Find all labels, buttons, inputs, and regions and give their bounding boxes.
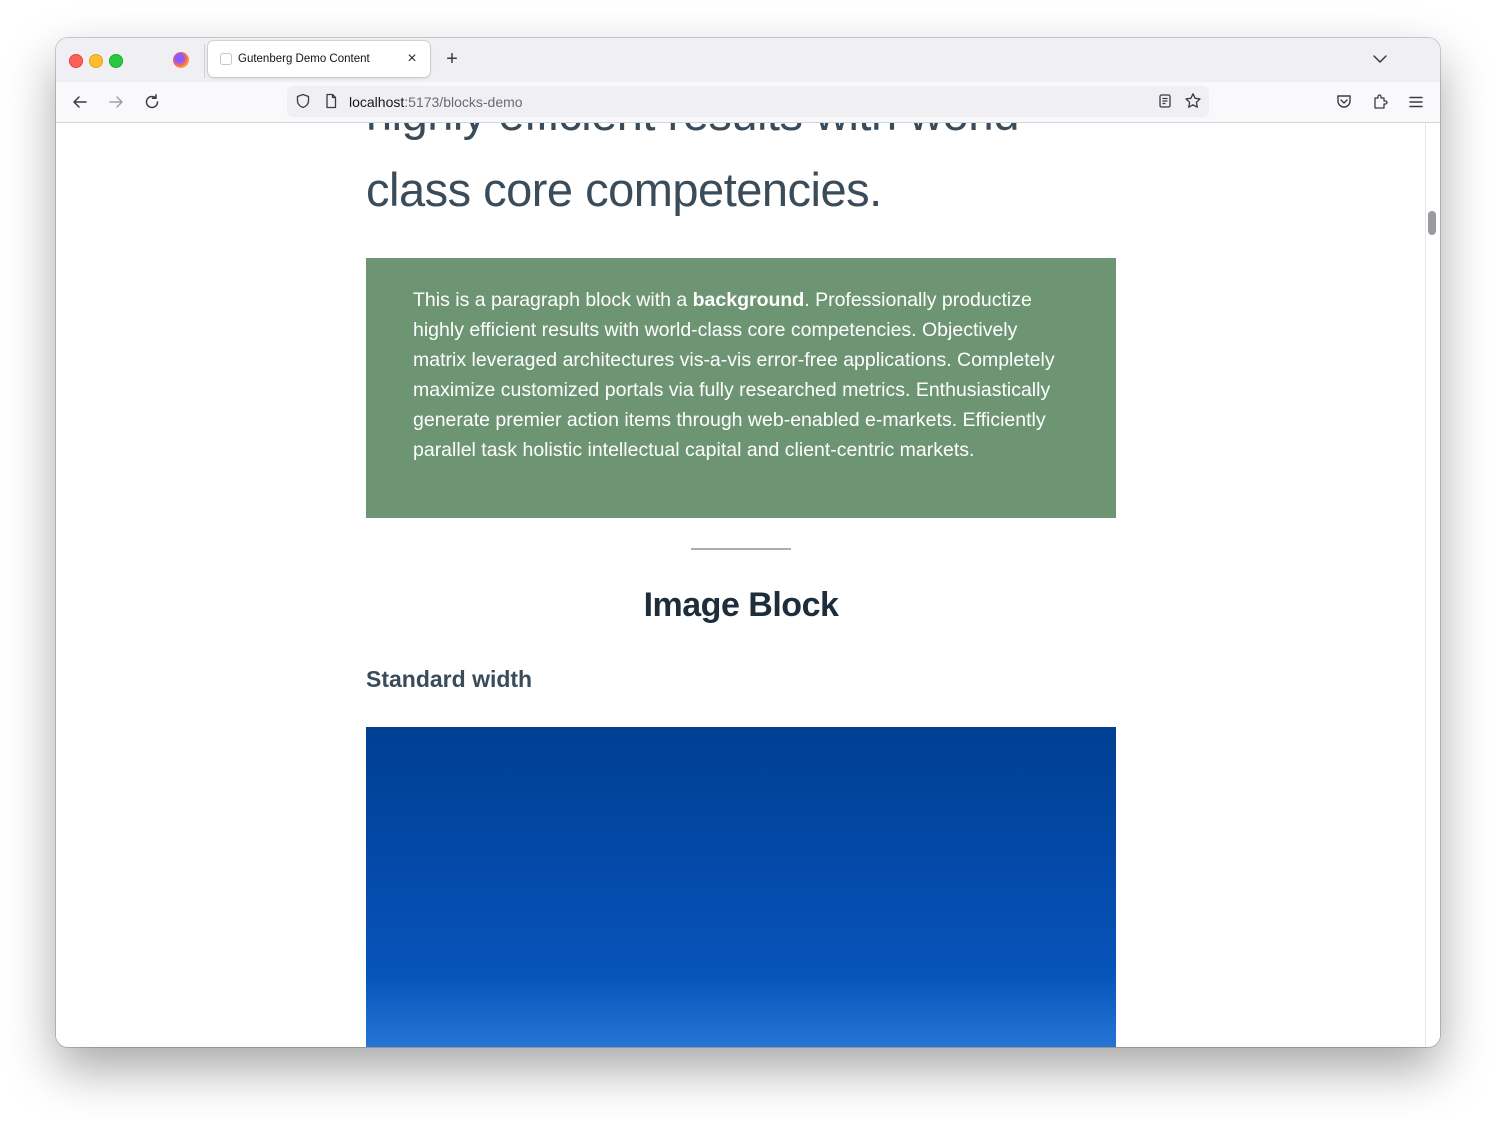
reload-icon[interactable] — [140, 90, 164, 114]
url-path: :5173/blocks-demo — [404, 94, 523, 110]
url-text[interactable]: localhost:5173/blocks-demo — [349, 94, 523, 110]
page-viewport[interactable]: highly efficient results with world clas… — [56, 123, 1440, 1047]
back-arrow-icon[interactable] — [68, 90, 92, 114]
background-paragraph-block: This is a paragraph block with a backgro… — [366, 258, 1116, 518]
forward-arrow-icon[interactable] — [104, 90, 128, 114]
paragraph-text-rest: . Professionally productize highly effic… — [413, 289, 1055, 461]
sub-heading: Standard width — [366, 666, 533, 692]
window-close-button[interactable] — [69, 54, 83, 68]
pocket-icon[interactable] — [1332, 90, 1356, 114]
scrollbar-track[interactable] — [1425, 123, 1426, 1047]
tab-close-icon[interactable]: × — [402, 49, 422, 69]
page-heading-line-partial: highly efficient results with world — [366, 123, 1146, 152]
browser-window: Gutenberg Demo Content × + localhost:517… — [56, 38, 1440, 1047]
url-host: localhost — [349, 94, 405, 110]
tab-active[interactable]: Gutenberg Demo Content × — [208, 41, 430, 77]
page-icon — [319, 89, 343, 113]
shield-icon[interactable] — [291, 89, 315, 113]
new-tab-button[interactable]: + — [441, 48, 463, 70]
image-block-picture — [366, 727, 1116, 1047]
page-favicon-icon — [220, 53, 232, 65]
paragraph-bold-text: background — [692, 289, 805, 311]
tab-title: Gutenberg Demo Content — [238, 53, 370, 65]
page-heading: highly efficient results with world clas… — [366, 123, 1146, 228]
extensions-icon[interactable] — [1368, 90, 1392, 114]
bookmark-star-icon[interactable] — [1181, 89, 1205, 113]
page-heading-line: class core competencies. — [366, 163, 882, 216]
menu-icon[interactable] — [1404, 90, 1428, 114]
paragraph-text-prefix: This is a paragraph block with a — [413, 289, 693, 311]
tab-bar: Gutenberg Demo Content × + — [56, 38, 1440, 82]
separator-divider — [691, 548, 791, 550]
url-bar[interactable]: localhost:5173/blocks-demo — [287, 86, 1209, 117]
chevron-down-icon[interactable] — [1370, 49, 1390, 69]
window-maximize-button[interactable] — [109, 54, 123, 68]
reader-view-icon[interactable] — [1153, 89, 1177, 113]
section-heading: Image Block — [643, 586, 839, 624]
tab-divider — [204, 44, 205, 78]
firefox-icon[interactable] — [173, 52, 189, 68]
window-minimize-button[interactable] — [89, 54, 103, 68]
scrollbar-thumb[interactable] — [1428, 211, 1436, 235]
navigation-toolbar: localhost:5173/blocks-demo — [56, 82, 1440, 123]
